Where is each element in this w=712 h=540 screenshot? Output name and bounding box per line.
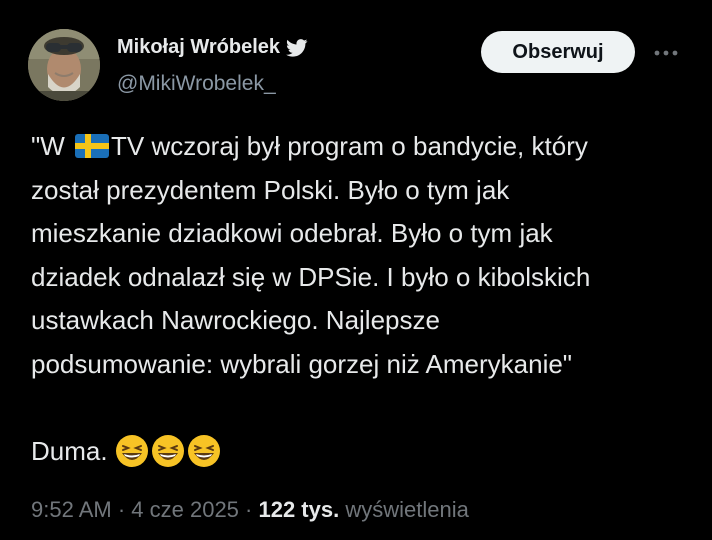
tweet-time[interactable]: 9:52 AM: [31, 497, 112, 522]
follow-button[interactable]: Obserwuj: [481, 31, 635, 73]
grinning-squinting-face-emoji-icon: [151, 434, 185, 468]
avatar-photo-icon: [28, 29, 100, 101]
tweet-line: został prezydentem Polski. Było o tym ja…: [31, 174, 510, 205]
views-label[interactable]: wyświetlenia: [339, 497, 469, 522]
tweet-meta: 9:52 AM · 4 cze 2025 · 122 tys. wyświetl…: [31, 497, 469, 523]
tweet-line: "W TV wczoraj był program o bandycie, kt…: [31, 125, 701, 169]
sweden-flag-icon: [75, 128, 109, 158]
meta-separator: ·: [238, 497, 259, 522]
tweet-line: ustawkach Nawrockiego. Najlepsze: [31, 305, 440, 335]
tweet-text-fragment: TV wczoraj był program o bandycie, który: [111, 131, 588, 161]
meta-separator: ·: [111, 497, 132, 522]
tweet-text-fragment: "W: [31, 131, 72, 161]
grinning-squinting-face-emoji-icon: [187, 434, 221, 468]
tweet-line: mieszkanie dziadkowi odebrał. Było o tym…: [31, 218, 553, 248]
tweet-date[interactable]: 4 cze 2025: [131, 497, 239, 522]
twitter-bird-icon: [286, 38, 308, 57]
grinning-squinting-face-emoji-icon: [115, 434, 149, 468]
author-handle[interactable]: @MikiWrobelek_: [117, 72, 276, 96]
tweet-line: dziadek odnalazł się w DPSie. I było o k…: [31, 261, 591, 292]
views-count[interactable]: 122 tys.: [258, 497, 339, 522]
author-name-row: Mikołaj Wróbelek: [117, 36, 308, 59]
tweet-card: Mikołaj Wróbelek @MikiWrobelek_ Obserwuj…: [0, 0, 712, 540]
tweet-line: Duma.: [31, 430, 701, 474]
tweet-text: "W TV wczoraj był program o bandycie, kt…: [31, 125, 701, 473]
avatar[interactable]: [28, 29, 100, 101]
author-display-name[interactable]: Mikołaj Wróbelek: [117, 36, 280, 59]
more-horizontal-icon[interactable]: [652, 46, 680, 58]
tweet-text-fragment: Duma.: [31, 435, 115, 466]
tweet-line: podsumowanie: wybrali gorzej niż Ameryka…: [31, 348, 573, 379]
